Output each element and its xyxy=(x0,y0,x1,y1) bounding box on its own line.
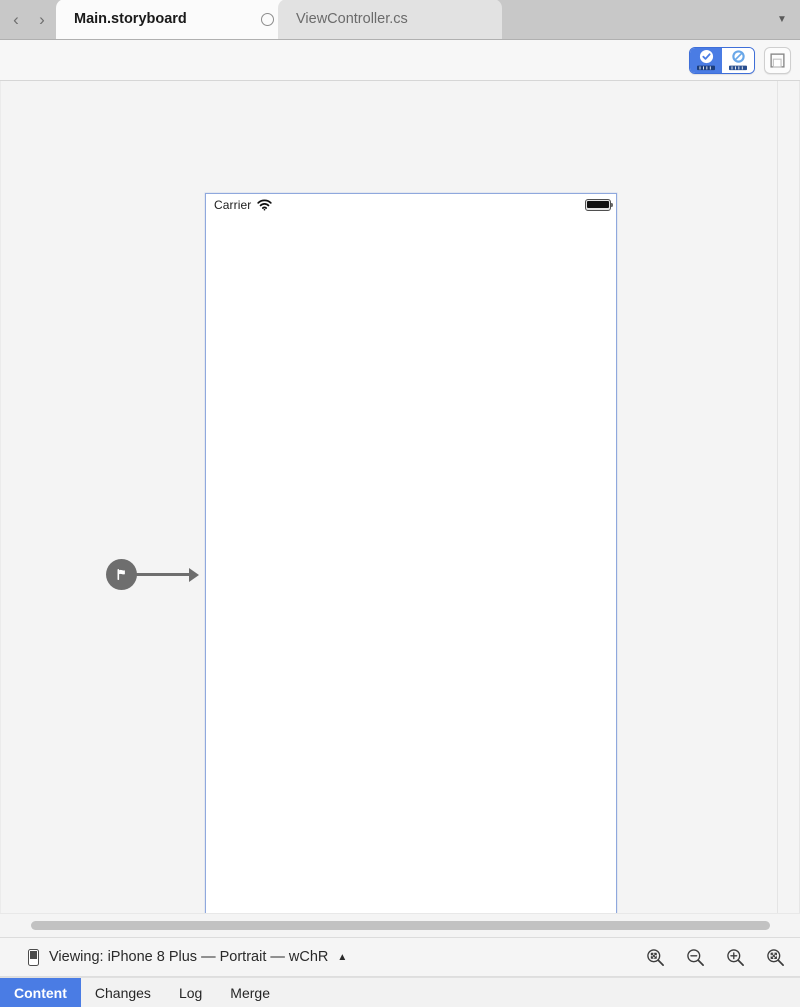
magnifier-fit-icon xyxy=(646,948,664,966)
zoom-actual-size-button[interactable] xyxy=(764,946,786,968)
toggle-panel-button[interactable] xyxy=(764,46,791,74)
bottom-tab-changes[interactable]: Changes xyxy=(81,978,165,1007)
bottom-tab-label: Content xyxy=(14,984,67,1001)
entry-point-line xyxy=(136,573,190,576)
storyboard-editor-window: ‹ › ViewController.cs Main.storyboard ▼ xyxy=(0,0,800,1007)
triangle-up-icon[interactable]: ▲ xyxy=(337,952,347,963)
document-tab-bar: ‹ › ViewController.cs Main.storyboard ▼ xyxy=(0,0,800,40)
bottom-tab-content[interactable]: Content xyxy=(0,978,81,1007)
constraints-disabled-button[interactable] xyxy=(722,47,754,73)
editor-toolbar xyxy=(0,40,800,81)
canvas-left-edge xyxy=(0,81,1,913)
bottom-tab-merge[interactable]: Merge xyxy=(216,978,284,1007)
canvas-right-divider xyxy=(777,81,778,913)
horizontal-scrollbar-thumb[interactable] xyxy=(31,921,770,930)
zoom-to-fit-button[interactable] xyxy=(644,946,666,968)
bottom-tab-label: Changes xyxy=(94,984,151,1001)
bottom-tab-label: Merge xyxy=(230,984,270,1001)
constraints-segmented-control xyxy=(689,46,755,74)
entry-point-arrowhead xyxy=(189,567,199,582)
bottom-tab-label: Log xyxy=(178,984,203,1001)
chevron-left-icon[interactable]: ‹ xyxy=(8,8,24,30)
bottom-tab-bar: Content Changes Log Merge xyxy=(0,977,800,1007)
horizontal-scrollbar[interactable] xyxy=(0,913,800,938)
tab-main-storyboard[interactable]: Main.storyboard xyxy=(56,0,288,39)
entry-point-circle xyxy=(106,559,137,590)
battery-full-icon xyxy=(585,198,614,211)
battery-fill xyxy=(587,200,609,209)
navigation-buttons: ‹ › xyxy=(0,0,56,39)
slash-badge-ruler-icon xyxy=(731,50,745,63)
viewing-label: Viewing: iPhone 8 Plus — Portrait — wChR xyxy=(49,949,329,965)
chevron-down-icon[interactable]: ▼ xyxy=(764,0,800,39)
ruler-icon xyxy=(697,65,715,71)
iphone-icon xyxy=(28,948,39,966)
simulated-status-bar: Carrier xyxy=(206,194,616,215)
tab-bar-spacer xyxy=(502,0,764,39)
check-badge-ruler-icon xyxy=(699,49,713,64)
layout-panel-icon xyxy=(770,52,785,68)
editor-status-bar: Viewing: iPhone 8 Plus — Portrait — wChR… xyxy=(0,938,800,977)
wifi-icon xyxy=(257,199,273,211)
carrier-label: Carrier xyxy=(214,197,252,212)
zoom-in-button[interactable] xyxy=(724,946,746,968)
view-controller-view[interactable] xyxy=(206,215,616,913)
constraints-valid-button[interactable] xyxy=(690,47,722,73)
zoom-out-button[interactable] xyxy=(684,946,706,968)
storyboard-canvas[interactable]: Carrier xyxy=(0,81,800,913)
storyboard-entry-point[interactable] xyxy=(106,559,199,590)
bottom-tab-log[interactable]: Log xyxy=(165,978,216,1007)
zoom-tools xyxy=(644,946,786,968)
tab-label: Main.storyboard xyxy=(74,11,187,27)
ruler-icon xyxy=(729,65,747,71)
tab-view-controller-cs[interactable]: ViewController.cs xyxy=(278,0,502,39)
view-controller-scene[interactable]: Carrier xyxy=(205,193,617,913)
tab-label: ViewController.cs xyxy=(296,11,408,27)
flag-icon xyxy=(117,569,125,580)
circle-close-icon[interactable] xyxy=(261,12,274,26)
magnifier-minus-icon xyxy=(686,948,704,966)
magnifier-plus-icon xyxy=(726,948,744,966)
magnifier-expand-icon xyxy=(766,948,784,966)
chevron-right-icon[interactable]: › xyxy=(34,8,50,30)
